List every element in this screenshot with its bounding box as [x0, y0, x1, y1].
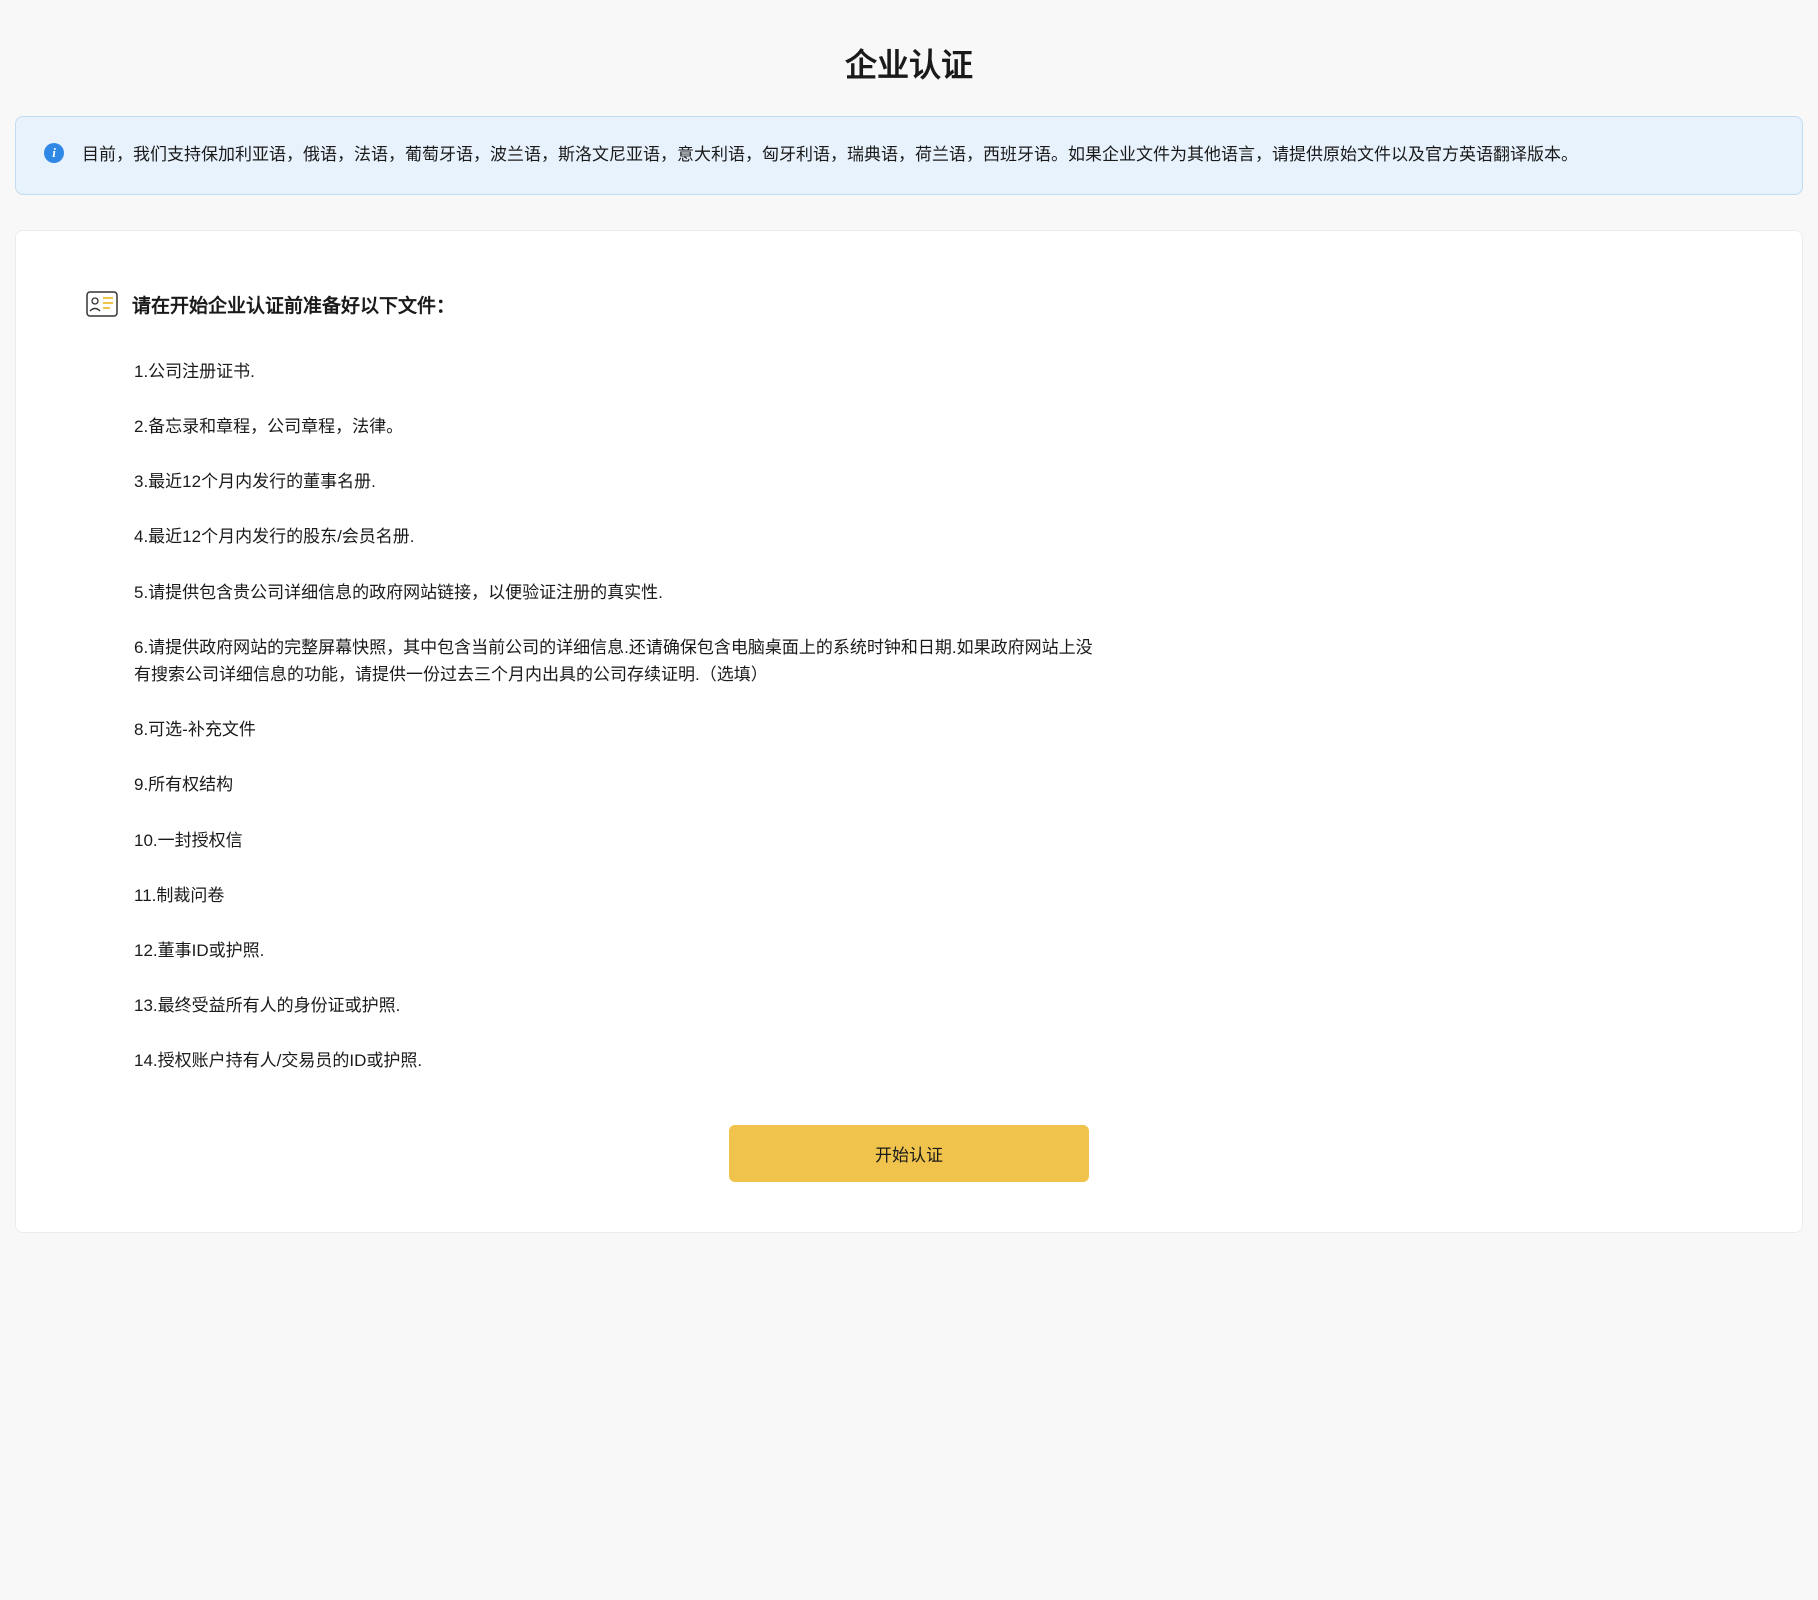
list-item: 11.制裁问卷 — [134, 882, 1094, 909]
list-item: 8.可选-补充文件 — [134, 716, 1094, 743]
list-item: 9.所有权结构 — [134, 771, 1094, 798]
section-title: 请在开始企业认证前准备好以下文件： — [132, 291, 455, 318]
list-item: 3.最近12个月内发行的董事名册. — [134, 468, 1094, 495]
list-item: 2.备忘录和章程，公司章程，法律。 — [134, 413, 1094, 440]
verification-card: 请在开始企业认证前准备好以下文件： 1.公司注册证书. 2.备忘录和章程，公司章… — [15, 230, 1803, 1233]
page-title: 企业认证 — [15, 40, 1803, 86]
list-item: 10.一封授权信 — [134, 827, 1094, 854]
info-banner-text: 目前，我们支持保加利亚语，俄语，法语，葡萄牙语，波兰语，斯洛文尼亚语，意大利语，… — [82, 141, 1578, 170]
document-list: 1.公司注册证书. 2.备忘录和章程，公司章程，法律。 3.最近12个月内发行的… — [86, 358, 1732, 1075]
list-item: 13.最终受益所有人的身份证或护照. — [134, 992, 1094, 1019]
list-item: 12.董事ID或护照. — [134, 937, 1094, 964]
id-card-icon — [86, 291, 118, 317]
list-item: 14.授权账户持有人/交易员的ID或护照. — [134, 1047, 1094, 1074]
info-banner: i 目前，我们支持保加利亚语，俄语，法语，葡萄牙语，波兰语，斯洛文尼亚语，意大利… — [15, 116, 1803, 195]
list-item: 5.请提供包含贵公司详细信息的政府网站链接，以便验证注册的真实性. — [134, 579, 1094, 606]
list-item: 4.最近12个月内发行的股东/会员名册. — [134, 523, 1094, 550]
info-icon: i — [44, 143, 64, 163]
list-item: 1.公司注册证书. — [134, 358, 1094, 385]
start-verification-button[interactable]: 开始认证 — [729, 1125, 1089, 1182]
list-item: 6.请提供政府网站的完整屏幕快照，其中包含当前公司的详细信息.还请确保包含电脑桌… — [134, 634, 1094, 688]
card-header: 请在开始企业认证前准备好以下文件： — [86, 291, 1732, 318]
